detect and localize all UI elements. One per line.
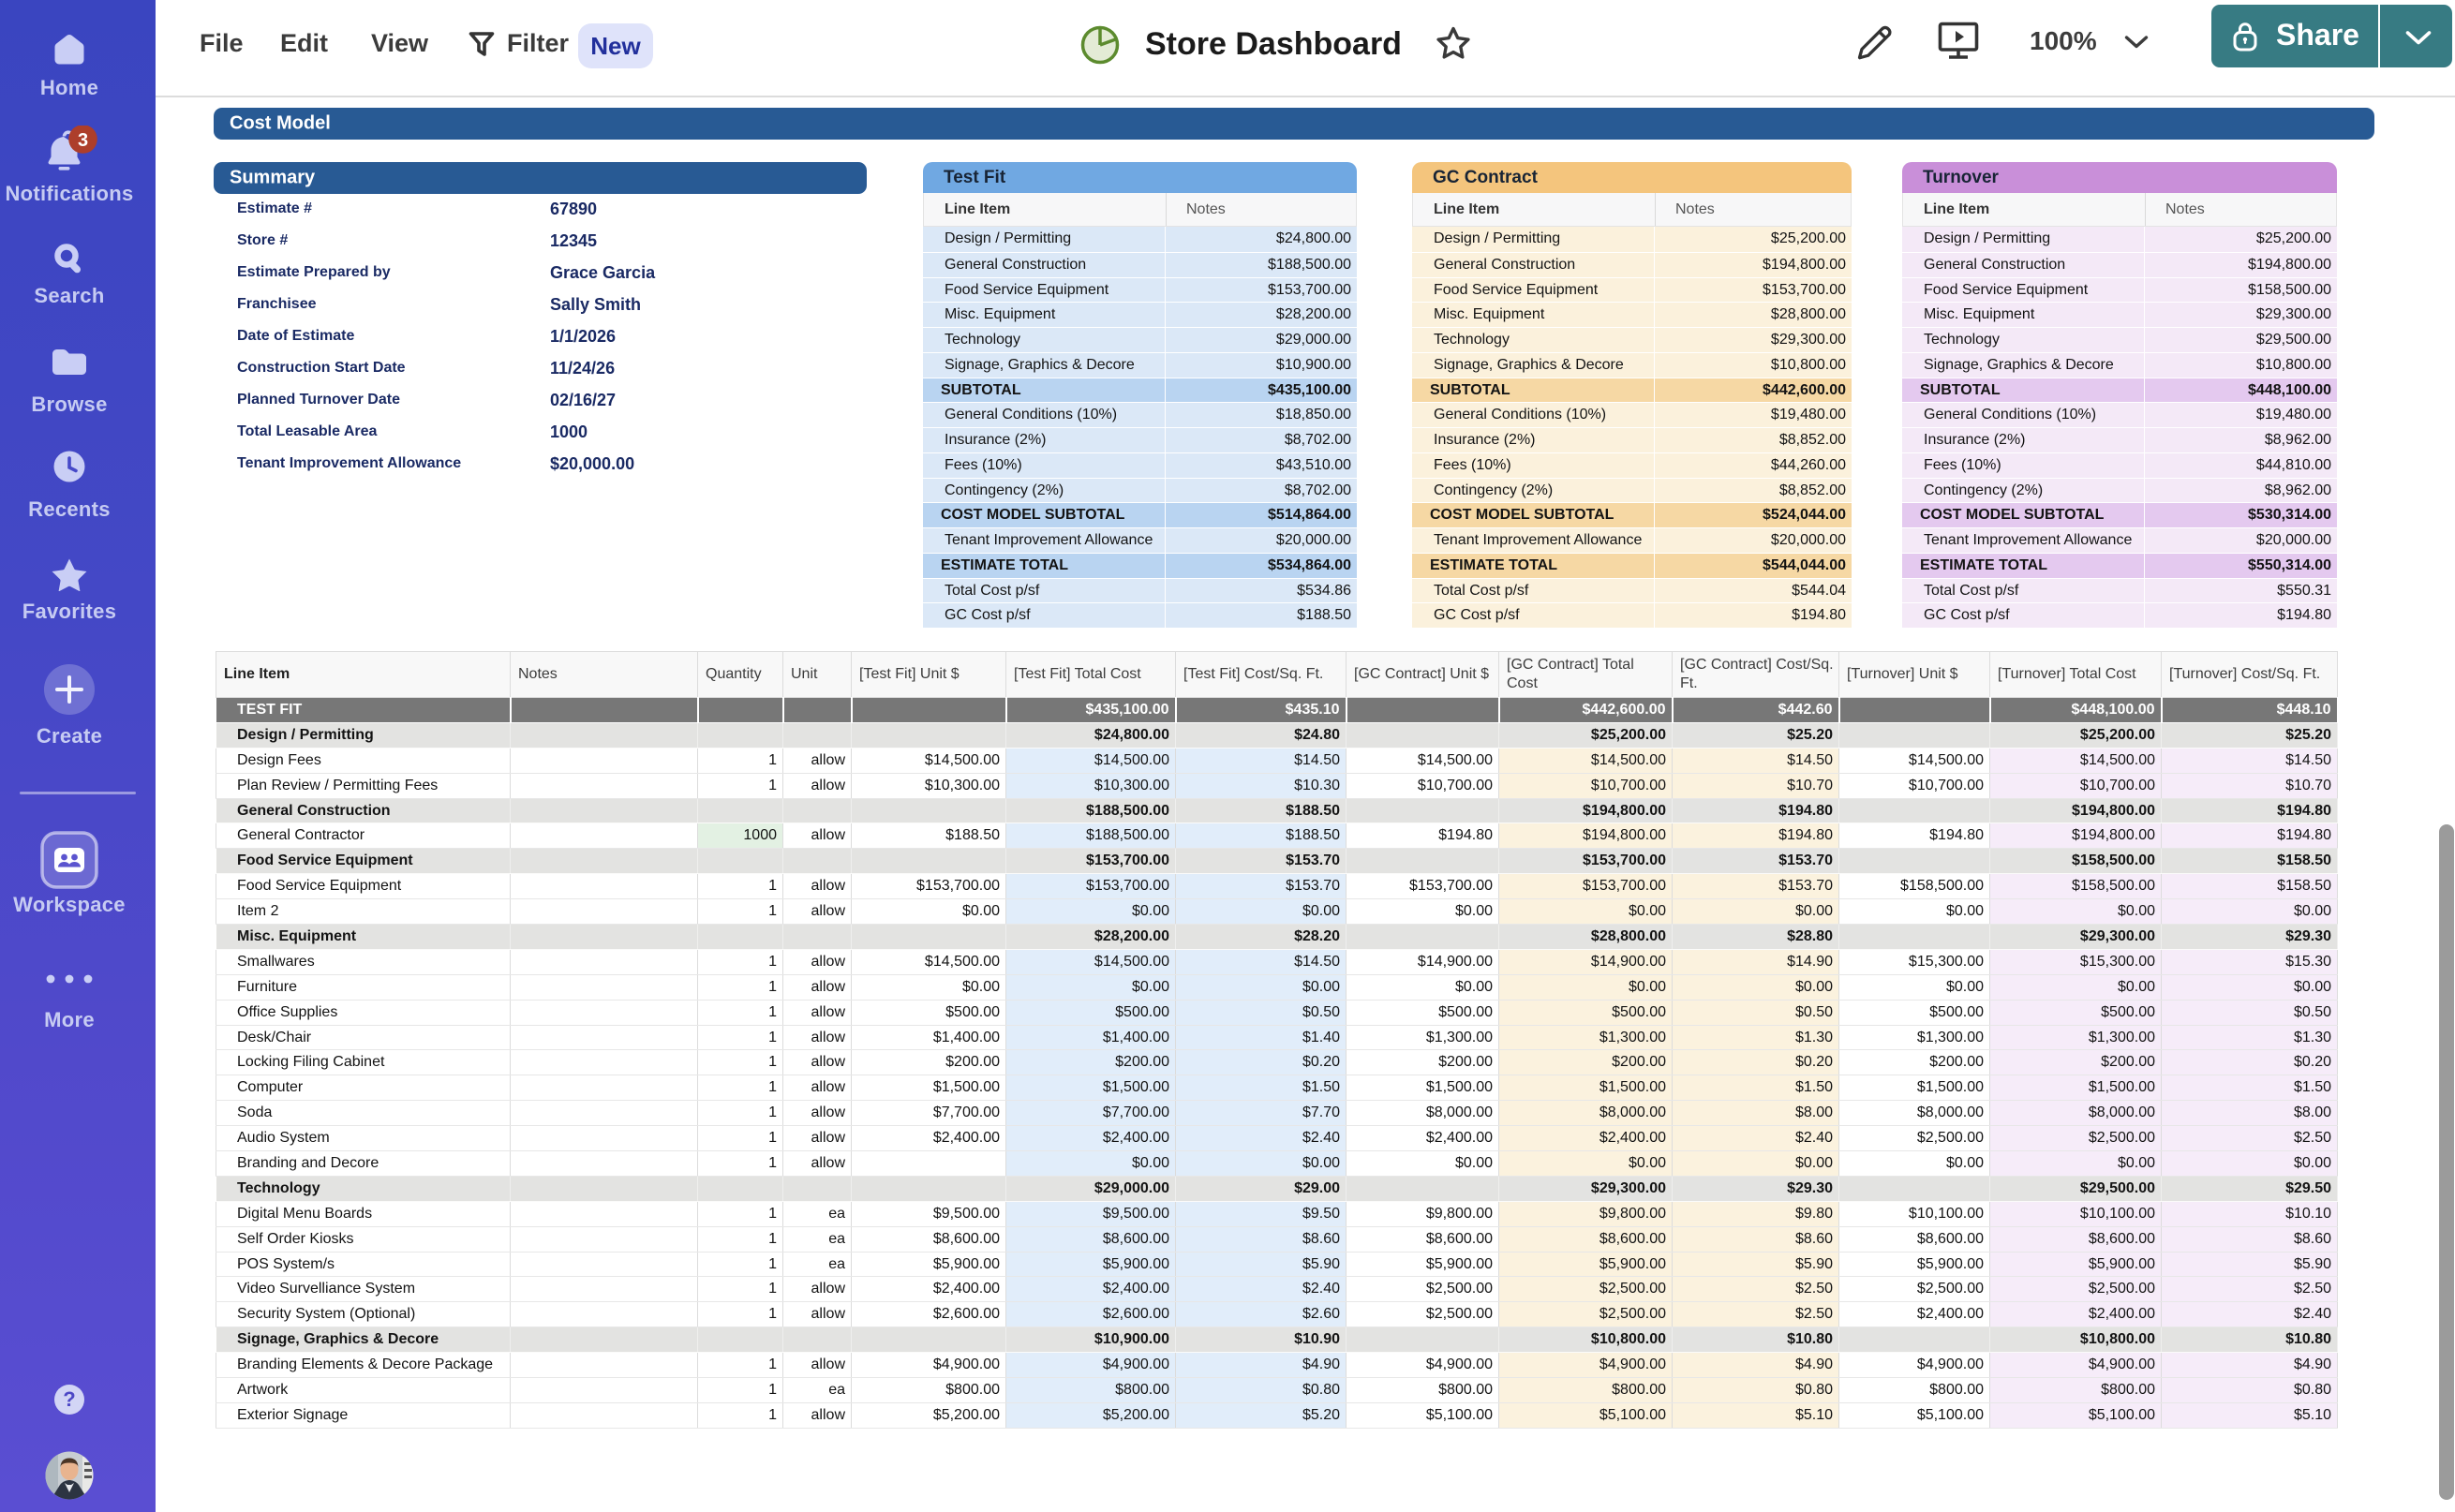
svg-text:3: 3 [78, 130, 88, 151]
svg-text:?: ? [63, 1387, 75, 1411]
